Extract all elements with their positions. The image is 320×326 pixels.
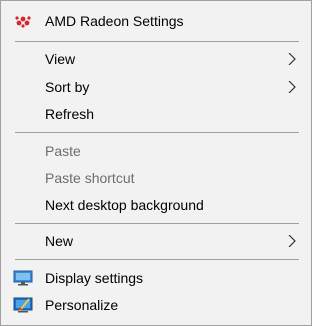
menu-item-personalize[interactable]: Personalize bbox=[1, 292, 311, 318]
menu-item-label: Paste bbox=[45, 143, 81, 159]
menu-item-label: View bbox=[45, 51, 76, 67]
menu-separator bbox=[15, 223, 299, 224]
amd-radeon-icon bbox=[15, 16, 31, 28]
menu-item-view[interactable]: View bbox=[1, 46, 311, 72]
menu-item-amd-radeon-settings[interactable]: AMD Radeon Settings bbox=[1, 8, 311, 34]
menu-item-label: New bbox=[45, 233, 74, 249]
menu-item-display-settings[interactable]: Display settings bbox=[1, 265, 311, 291]
menu-item-label: Refresh bbox=[45, 106, 95, 122]
menu-item-paste: Paste bbox=[1, 138, 311, 164]
menu-separator bbox=[15, 259, 299, 260]
menu-item-sort-by[interactable]: Sort by bbox=[1, 74, 311, 100]
menu-item-label: Paste shortcut bbox=[45, 170, 135, 186]
menu-item-label: AMD Radeon Settings bbox=[45, 13, 184, 29]
menu-item-label: Next desktop background bbox=[45, 197, 204, 213]
menu-item-paste-shortcut: Paste shortcut bbox=[1, 165, 311, 191]
menu-item-label: Display settings bbox=[45, 270, 144, 286]
menu-item-refresh[interactable]: Refresh bbox=[1, 101, 311, 127]
menu-separator bbox=[15, 41, 299, 42]
chevron-right-icon bbox=[288, 81, 296, 93]
menu-item-label: Sort by bbox=[45, 79, 90, 95]
chevron-right-icon bbox=[288, 235, 296, 247]
chevron-right-icon bbox=[288, 53, 296, 65]
desktop-context-menu: AMD Radeon Settings View Sort by Refresh… bbox=[0, 0, 312, 326]
display-icon bbox=[13, 270, 33, 286]
menu-separator bbox=[15, 132, 299, 133]
menu-item-next-desktop-background[interactable]: Next desktop background bbox=[1, 192, 311, 218]
menu-item-label: Personalize bbox=[45, 297, 119, 313]
menu-item-new[interactable]: New bbox=[1, 228, 311, 254]
personalize-icon bbox=[13, 297, 33, 313]
